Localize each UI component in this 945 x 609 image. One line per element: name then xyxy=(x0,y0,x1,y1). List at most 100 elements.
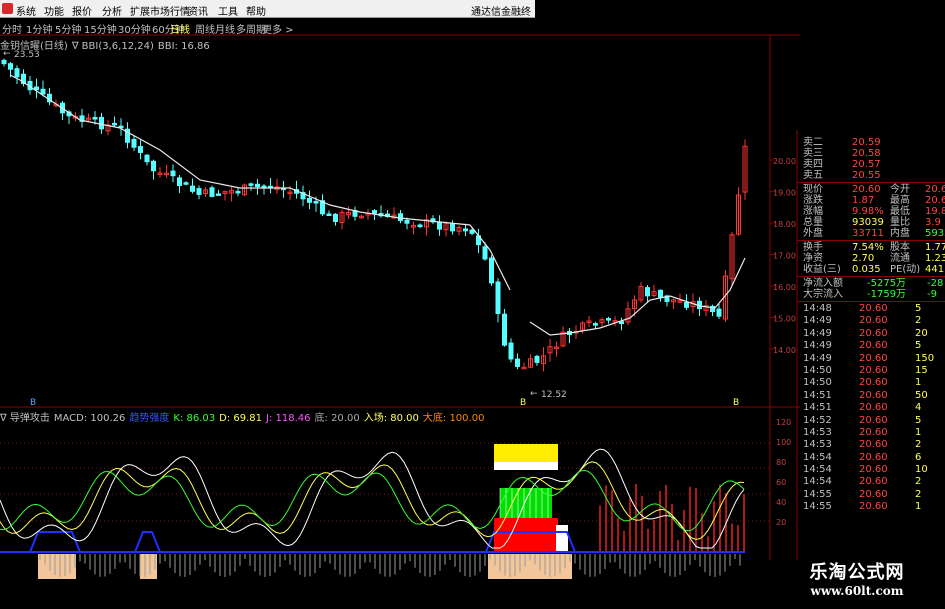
tick-time: 14:51 xyxy=(803,389,832,401)
price-axis-label: 15.00 xyxy=(773,315,796,324)
price-axis-label: 16.00 xyxy=(773,283,796,292)
trend-strength-tag: 趋势强度 xyxy=(129,413,170,424)
candle-body xyxy=(684,302,689,308)
tick-price: 20.60 xyxy=(859,451,888,463)
tick-list[interactable]: 14:48 20.60 5 14:49 20.60 2 14:49 20.60 20 14:49 2… xyxy=(797,303,945,514)
candle-body xyxy=(40,88,46,95)
k-value: K: 86.03 xyxy=(173,413,216,424)
candle-body xyxy=(112,122,117,126)
candle-body xyxy=(14,68,20,78)
strength-block-yellow xyxy=(494,444,558,462)
price-axis-label: 20.00 xyxy=(773,157,796,166)
tick-volume: 15 xyxy=(915,364,928,376)
tick-row: 14:49 20.60 2 xyxy=(797,315,945,327)
watermark: 乐淘公式网 www.60lt.com xyxy=(772,558,942,598)
tick-row: 14:54 20.60 10 xyxy=(797,464,945,476)
tick-price: 20.60 xyxy=(859,426,888,438)
candle-body xyxy=(372,210,377,214)
tick-time: 14:50 xyxy=(803,364,832,376)
tick-price: 20.60 xyxy=(859,464,888,476)
low-arrow: ← xyxy=(530,389,538,399)
tick-price: 20.60 xyxy=(859,476,888,488)
level-label: 卖五 xyxy=(803,170,823,181)
tick-row: 14:49 20.60 5 xyxy=(797,340,945,352)
candle-body xyxy=(404,219,410,224)
candle-body xyxy=(658,289,663,298)
level-label: 卖三 xyxy=(803,148,823,159)
candle-body xyxy=(593,323,598,326)
candle-body xyxy=(99,116,104,130)
candle-body xyxy=(482,246,488,260)
strength-block-white xyxy=(494,462,558,470)
quote-panel: 卖二 20.59 卖三 20.58 卖四 20.57 卖五 20.55 现价 20.60 今… xyxy=(797,137,945,514)
candle-body xyxy=(398,213,403,221)
tick-price: 20.60 xyxy=(859,303,888,314)
tick-volume: 10 xyxy=(915,464,928,476)
tick-price: 20.60 xyxy=(859,402,888,414)
candle-body xyxy=(417,224,423,228)
sub-chart-info: ∇ 导弹攻击 MACD: 100.26 趋势强度 K: 86.03 D: 69.81 J:… xyxy=(0,409,488,424)
tick-price: 20.60 xyxy=(859,327,888,339)
bbi-line-segment-1 xyxy=(9,74,511,291)
level-row: 卖三 20.58 xyxy=(797,148,945,159)
level-row: 卖五 20.55 xyxy=(797,170,945,181)
candle-body xyxy=(463,228,468,232)
tick-time: 14:51 xyxy=(803,402,832,414)
sub-axis-label: 20 xyxy=(776,518,786,527)
candle-body xyxy=(183,182,189,185)
tick-volume: 1 xyxy=(915,426,922,438)
candle-body xyxy=(606,318,611,321)
tick-volume: 5 xyxy=(915,414,922,426)
tick-row: 14:52 20.60 5 xyxy=(797,415,945,427)
bottom-signal-block xyxy=(140,554,157,579)
level-price: 20.59 xyxy=(852,137,881,148)
strength-block-red xyxy=(494,518,558,552)
strength-block-edge xyxy=(556,525,568,552)
candle-body xyxy=(489,257,494,284)
tick-row: 14:55 20.60 1 xyxy=(797,501,945,513)
tick-volume: 5 xyxy=(915,340,922,352)
tick-volume: 2 xyxy=(915,439,922,451)
tick-time: 14:49 xyxy=(803,352,832,364)
tick-time: 14:53 xyxy=(803,439,832,451)
candle-body xyxy=(255,183,260,187)
tick-time: 14:49 xyxy=(803,327,832,339)
tick-volume: 5 xyxy=(915,303,922,314)
tick-row: 14:54 20.60 2 xyxy=(797,476,945,488)
tick-price: 20.60 xyxy=(859,364,888,376)
d-value: D: 69.81 xyxy=(219,413,263,424)
candle-body xyxy=(196,188,202,195)
axis-labels: 20.00 19.00 18.00 17.00 16.00 15.00 14.00 120 10… xyxy=(770,157,796,527)
candle-body xyxy=(326,213,332,217)
sub-axis-label: 40 xyxy=(776,498,786,507)
entry-value: 入场: 80.00 xyxy=(363,413,419,424)
tick-row: 14:49 20.60 20 xyxy=(797,328,945,340)
j-value: J: 118.46 xyxy=(266,413,311,424)
tick-price: 20.60 xyxy=(859,414,888,426)
candle-body xyxy=(508,342,514,360)
candle-body xyxy=(495,281,501,315)
tick-price: 20.60 xyxy=(859,315,888,327)
tick-price: 20.60 xyxy=(859,389,888,401)
candle-body xyxy=(645,287,650,297)
tick-price: 20.60 xyxy=(859,488,888,500)
candle-body xyxy=(1,59,7,65)
candle-body xyxy=(313,201,319,204)
tick-row: 14:49 20.60 150 xyxy=(797,353,945,365)
tick-volume: 1 xyxy=(915,501,922,513)
sub-chart-lines xyxy=(0,448,745,549)
candle-body xyxy=(190,185,195,192)
candle-body xyxy=(138,146,143,153)
candle-body xyxy=(216,193,221,196)
bbi-line-segment-2 xyxy=(529,257,746,336)
buy-marker-1: B xyxy=(30,398,36,408)
tick-time: 14:52 xyxy=(803,414,832,426)
tick-time: 14:49 xyxy=(803,340,832,352)
sub-axis-label: 100 xyxy=(776,438,791,447)
candle-body xyxy=(333,213,338,222)
candle-body xyxy=(177,177,182,187)
price-axis-label: 17.00 xyxy=(773,252,796,261)
sub-indicator-name[interactable]: ∇ 导弹攻击 xyxy=(0,413,50,424)
tick-time: 14:54 xyxy=(803,464,832,476)
tick-row: 14:51 20.60 4 xyxy=(797,402,945,414)
